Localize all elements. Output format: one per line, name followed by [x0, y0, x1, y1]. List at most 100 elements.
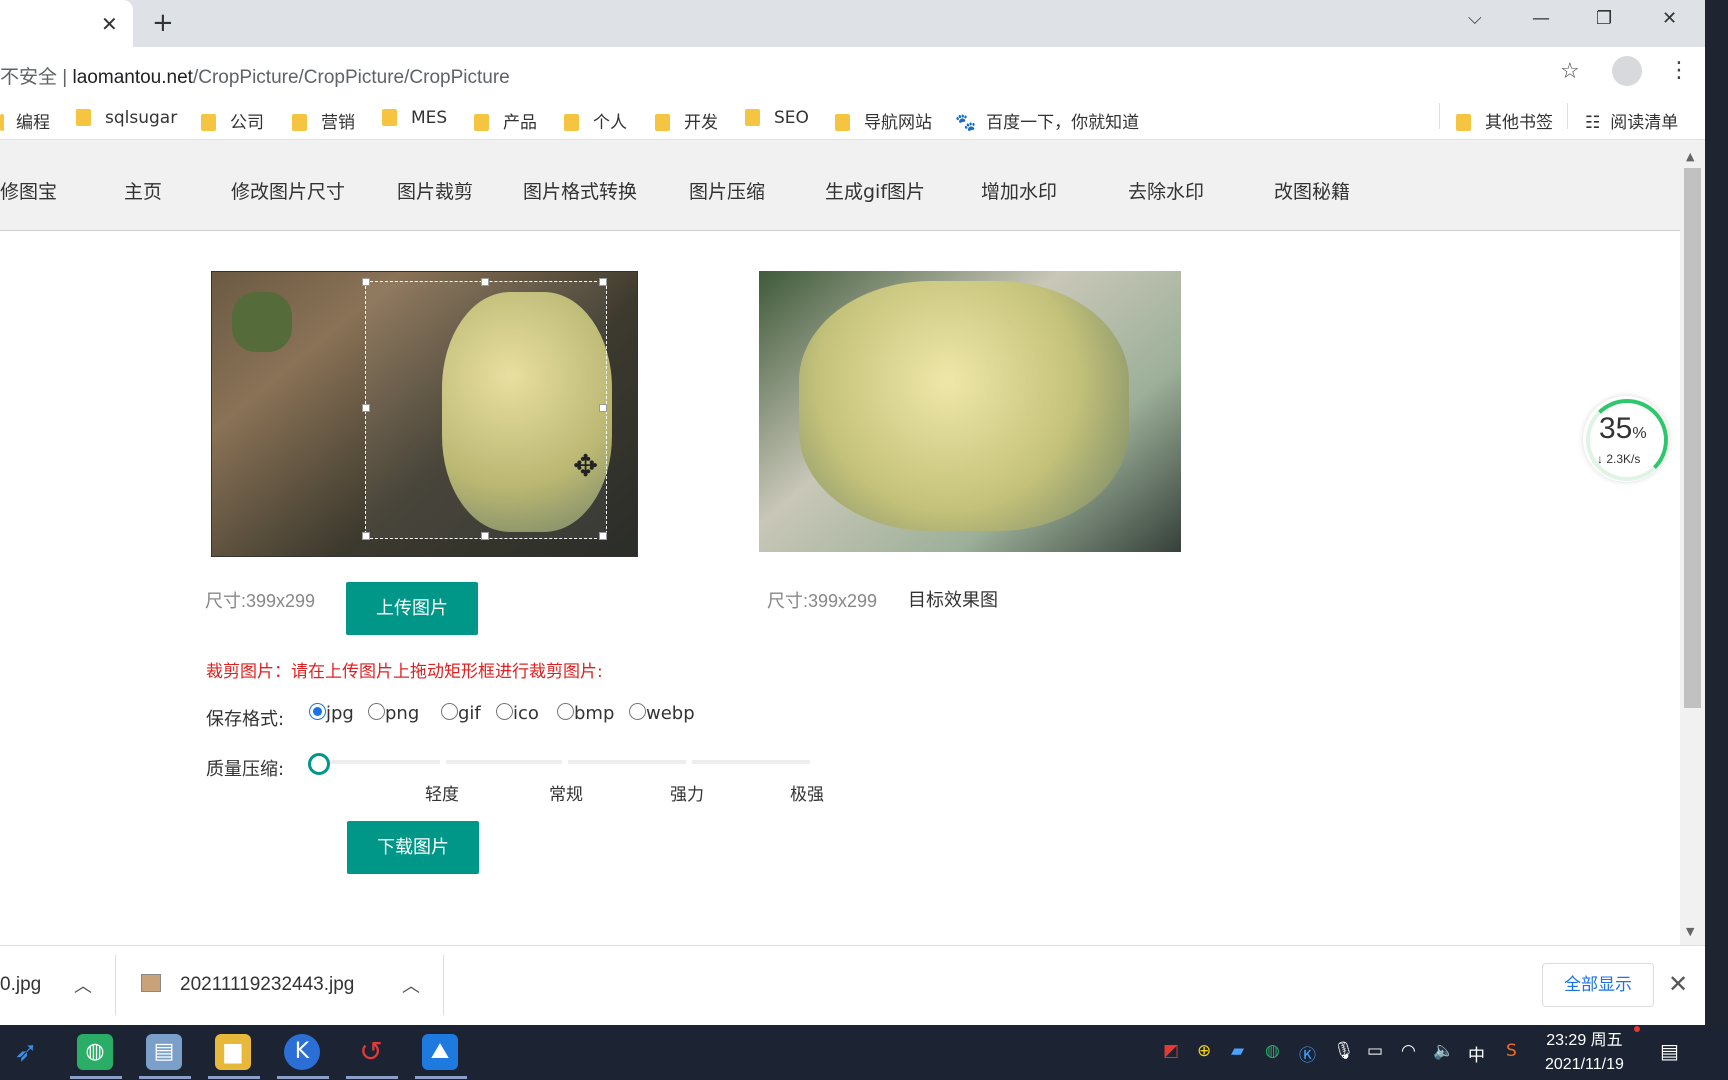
profile-avatar-icon[interactable]: [1612, 56, 1642, 86]
nav-tips[interactable]: 改图秘籍: [1274, 177, 1350, 204]
tab-search-dropdown-icon[interactable]: ⌵: [1468, 8, 1482, 29]
file-explorer-icon[interactable]: ▆: [215, 1034, 251, 1070]
nav-crop[interactable]: 图片裁剪: [397, 177, 473, 204]
quality-slider-segment[interactable]: [692, 760, 810, 764]
radio-icon[interactable]: [441, 703, 458, 720]
close-download-shelf-icon[interactable]: ✕: [1668, 970, 1688, 998]
microphone-icon[interactable]: 🎙: [1333, 1041, 1355, 1061]
bookmark-folder[interactable]: 编程: [0, 108, 50, 133]
sogou-ime-icon[interactable]: S: [1506, 1041, 1517, 1061]
tray-plus-icon[interactable]: ⊕: [1197, 1041, 1211, 1061]
network-speed-widget[interactable]: 35% ↓ 2.3K/s: [1583, 396, 1669, 482]
new-tab-button[interactable]: +: [152, 8, 174, 38]
tab-close-icon[interactable]: ✕: [101, 12, 118, 36]
bookmark-folder[interactable]: 公司: [201, 108, 264, 133]
radio-icon[interactable]: [368, 703, 385, 720]
volume-icon[interactable]: 🔈: [1433, 1041, 1454, 1061]
close-window-button[interactable]: ✕: [1662, 8, 1677, 29]
insecure-label[interactable]: 不安全: [0, 67, 57, 88]
show-all-downloads-button[interactable]: 全部显示: [1542, 963, 1654, 1007]
crop-handle[interactable]: [362, 278, 370, 286]
active-tab[interactable]: ✕: [0, 0, 133, 47]
radio-icon[interactable]: [629, 703, 646, 720]
desktop-screen: ✕ + ⌵ — ❐ ✕ 不安全 | laomantou.net/CropPict…: [0, 0, 1728, 1080]
tray-wechat-icon[interactable]: ◍: [1265, 1041, 1280, 1061]
bookmark-baidu[interactable]: 🐾 百度一下，你就知道: [955, 108, 1139, 133]
tray-photo-icon[interactable]: ▰: [1231, 1041, 1244, 1061]
scroll-up-icon[interactable]: ▲: [1686, 150, 1694, 163]
radio-icon[interactable]: [496, 703, 513, 720]
ime-indicator[interactable]: 中: [1468, 1041, 1485, 1066]
format-option-webp[interactable]: webp: [629, 703, 695, 724]
scroll-down-icon[interactable]: ▼: [1686, 925, 1694, 938]
nav-remove-watermark[interactable]: 去除水印: [1128, 177, 1204, 204]
format-option-gif[interactable]: gif: [441, 703, 481, 724]
url-host: laomantou.net: [72, 67, 193, 88]
quality-slider-segment[interactable]: [446, 760, 562, 764]
download-image-button[interactable]: 下载图片: [347, 821, 479, 874]
address-url[interactable]: 不安全 | laomantou.net/CropPicture/CropPict…: [0, 62, 510, 89]
bookmark-folder[interactable]: sqlsugar: [76, 108, 177, 128]
notepad-app-icon[interactable]: ▤: [146, 1034, 182, 1070]
format-option-ico[interactable]: ico: [496, 703, 539, 724]
action-center-icon[interactable]: ▤: [1660, 1039, 1679, 1063]
star-bookmark-icon[interactable]: ☆: [1560, 59, 1580, 84]
crop-handle[interactable]: [599, 404, 607, 412]
bookmark-folder[interactable]: 导航网站: [835, 108, 932, 133]
nav-logo[interactable]: 修图宝: [0, 177, 57, 204]
bookmark-other[interactable]: 其他书签: [1456, 108, 1553, 133]
nav-home[interactable]: 主页: [124, 177, 162, 204]
tab-strip: ✕ + ⌵ — ❐ ✕: [0, 0, 1705, 47]
upload-image-button[interactable]: 上传图片: [346, 582, 478, 635]
chevron-up-icon[interactable]: ︿: [402, 972, 420, 998]
nav-convert[interactable]: 图片格式转换: [523, 177, 637, 204]
scrollbar-thumb[interactable]: [1684, 168, 1701, 708]
quality-slider-segment[interactable]: [568, 760, 686, 764]
minimize-button[interactable]: —: [1532, 8, 1550, 29]
crop-handle[interactable]: [599, 278, 607, 286]
nav-gif[interactable]: 生成gif图片: [825, 177, 925, 204]
quality-slider-knob[interactable]: [308, 753, 330, 775]
folder-icon: [292, 114, 307, 131]
folder-icon: [76, 109, 91, 126]
crop-rectangle[interactable]: [365, 281, 607, 539]
battery-icon[interactable]: ▭: [1367, 1041, 1383, 1061]
dolphin-app-icon[interactable]: ➶: [8, 1034, 44, 1070]
bookmark-folder[interactable]: SEO: [745, 108, 809, 128]
crop-handle[interactable]: [362, 532, 370, 540]
crop-handle[interactable]: [481, 278, 489, 286]
tray-k-icon[interactable]: Ⓚ: [1299, 1041, 1316, 1066]
crop-handle[interactable]: [599, 532, 607, 540]
nav-add-watermark[interactable]: 增加水印: [981, 177, 1057, 204]
bookmark-folder[interactable]: 产品: [474, 108, 537, 133]
bookmark-folder[interactable]: 开发: [655, 108, 718, 133]
reading-list[interactable]: ☷ 阅读清单: [1585, 108, 1678, 133]
restore-button[interactable]: ❐: [1596, 8, 1612, 29]
format-option-png[interactable]: png: [368, 703, 419, 724]
browser-menu-icon[interactable]: ⋮: [1668, 58, 1690, 83]
download-item[interactable]: 20211119232443.jpg: [180, 974, 354, 996]
system-clock[interactable]: 23:29 周五 2021/11/19: [1545, 1029, 1624, 1077]
red-app-icon[interactable]: ↺: [353, 1034, 389, 1070]
k-app-icon[interactable]: K: [284, 1034, 320, 1070]
bookmark-folder[interactable]: MES: [382, 108, 447, 128]
format-option-bmp[interactable]: bmp: [557, 703, 614, 724]
chevron-up-icon[interactable]: ︿: [74, 972, 92, 998]
format-option-jpg[interactable]: jpg: [309, 703, 354, 724]
folder-icon: [201, 114, 216, 131]
tray-app-icon[interactable]: ◩: [1163, 1041, 1179, 1061]
crop-handle[interactable]: [481, 532, 489, 540]
wechat-icon[interactable]: ◍: [77, 1034, 113, 1070]
clock-time: 23:29 周五: [1546, 1032, 1623, 1049]
nav-resize[interactable]: 修改图片尺寸: [231, 177, 345, 204]
radio-icon[interactable]: [557, 703, 574, 720]
crop-handle[interactable]: [362, 404, 370, 412]
wifi-icon[interactable]: ◠: [1401, 1041, 1416, 1061]
radio-checked-icon[interactable]: [309, 703, 326, 720]
bookmark-folder[interactable]: 个人: [564, 108, 627, 133]
quality-slider-segment[interactable]: [326, 760, 440, 764]
bookmark-folder[interactable]: 营销: [292, 108, 355, 133]
nav-compress[interactable]: 图片压缩: [689, 177, 765, 204]
photos-app-icon[interactable]: ⛰: [422, 1034, 458, 1070]
download-item[interactable]: 0.jpg: [0, 974, 41, 996]
